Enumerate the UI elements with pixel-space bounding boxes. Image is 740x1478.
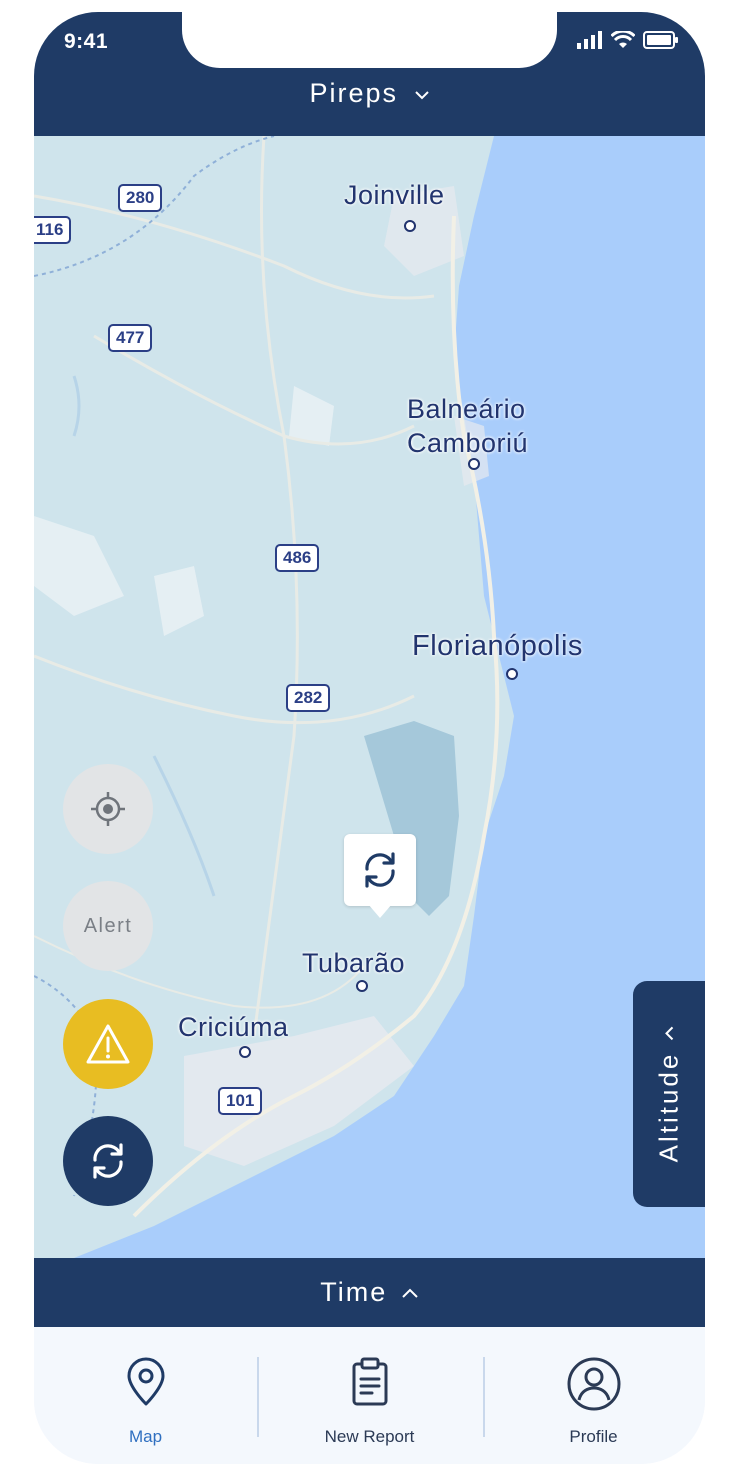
city-label: Balneário Camboriú <box>407 394 529 458</box>
device-notch <box>182 12 557 68</box>
map-marker-tail <box>368 904 392 918</box>
refresh-button[interactable] <box>63 1116 153 1206</box>
wifi-icon <box>611 31 635 48</box>
time-panel-toggle[interactable]: Time <box>34 1258 705 1327</box>
city-label: Criciúma <box>178 1012 289 1042</box>
city-label: Joinville <box>344 180 445 210</box>
warning-icon <box>86 1024 130 1064</box>
map-marker[interactable] <box>344 834 416 906</box>
chevron-up-icon <box>402 1288 418 1299</box>
map-view[interactable]: 280 116 477 486 282 101 Joinville Balneá… <box>34 136 705 1258</box>
city-marker <box>506 668 518 680</box>
city-label: Tubarão <box>302 948 406 978</box>
tab-profile[interactable]: Profile <box>482 1327 705 1464</box>
road-shield: 282 <box>286 684 331 712</box>
road-shield: 477 <box>108 324 153 352</box>
map-background <box>34 136 705 1258</box>
refresh-icon <box>93 1143 123 1179</box>
battery-icon <box>643 31 678 49</box>
city-marker <box>239 1046 251 1058</box>
locate-button[interactable] <box>63 764 153 854</box>
road-shield: 116 <box>34 216 72 244</box>
city-marker <box>404 220 416 232</box>
top-bar: 9:41 Pireps <box>34 12 705 136</box>
time-label: Time <box>320 1277 388 1307</box>
user-icon <box>567 1357 620 1411</box>
tab-label: Map <box>128 1427 163 1446</box>
chevron-up-icon <box>664 1026 673 1041</box>
page-title: Pireps <box>309 78 398 108</box>
tab-map[interactable]: Map <box>34 1327 257 1464</box>
tab-new-report[interactable]: New Report <box>258 1327 481 1464</box>
tab-label: New Report <box>324 1427 415 1446</box>
status-time: 9:41 <box>64 30 109 53</box>
bottom-tab-bar: Map New Report Profile <box>34 1327 705 1464</box>
city-marker <box>356 980 368 992</box>
tab-label: Profile <box>569 1427 618 1446</box>
refresh-icon <box>365 852 395 888</box>
altitude-label: Altitude <box>653 1051 684 1163</box>
cellular-signal-icon <box>577 31 602 49</box>
altitude-panel-toggle[interactable]: Altitude <box>633 981 705 1207</box>
altitude-label-group: Altitude <box>653 1026 685 1163</box>
city-marker <box>468 458 480 470</box>
layer-selector[interactable]: Pireps <box>34 78 705 109</box>
clipboard-icon <box>352 1357 387 1406</box>
road-shield: 486 <box>275 544 320 572</box>
warning-button[interactable] <box>63 999 153 1089</box>
status-icons <box>577 31 679 49</box>
city-label: Florianópolis <box>412 630 583 662</box>
alert-button[interactable]: Alert <box>63 881 153 971</box>
phone-screen: 9:41 Pireps 280 116 477 486 282 101 Join… <box>34 12 705 1464</box>
crosshair-icon <box>91 792 125 826</box>
road-shield: 101 <box>218 1087 263 1115</box>
chevron-down-icon <box>414 91 429 100</box>
map-pin-icon <box>127 1357 164 1406</box>
road-shield: 280 <box>118 184 163 212</box>
alert-label: Alert <box>83 914 133 937</box>
